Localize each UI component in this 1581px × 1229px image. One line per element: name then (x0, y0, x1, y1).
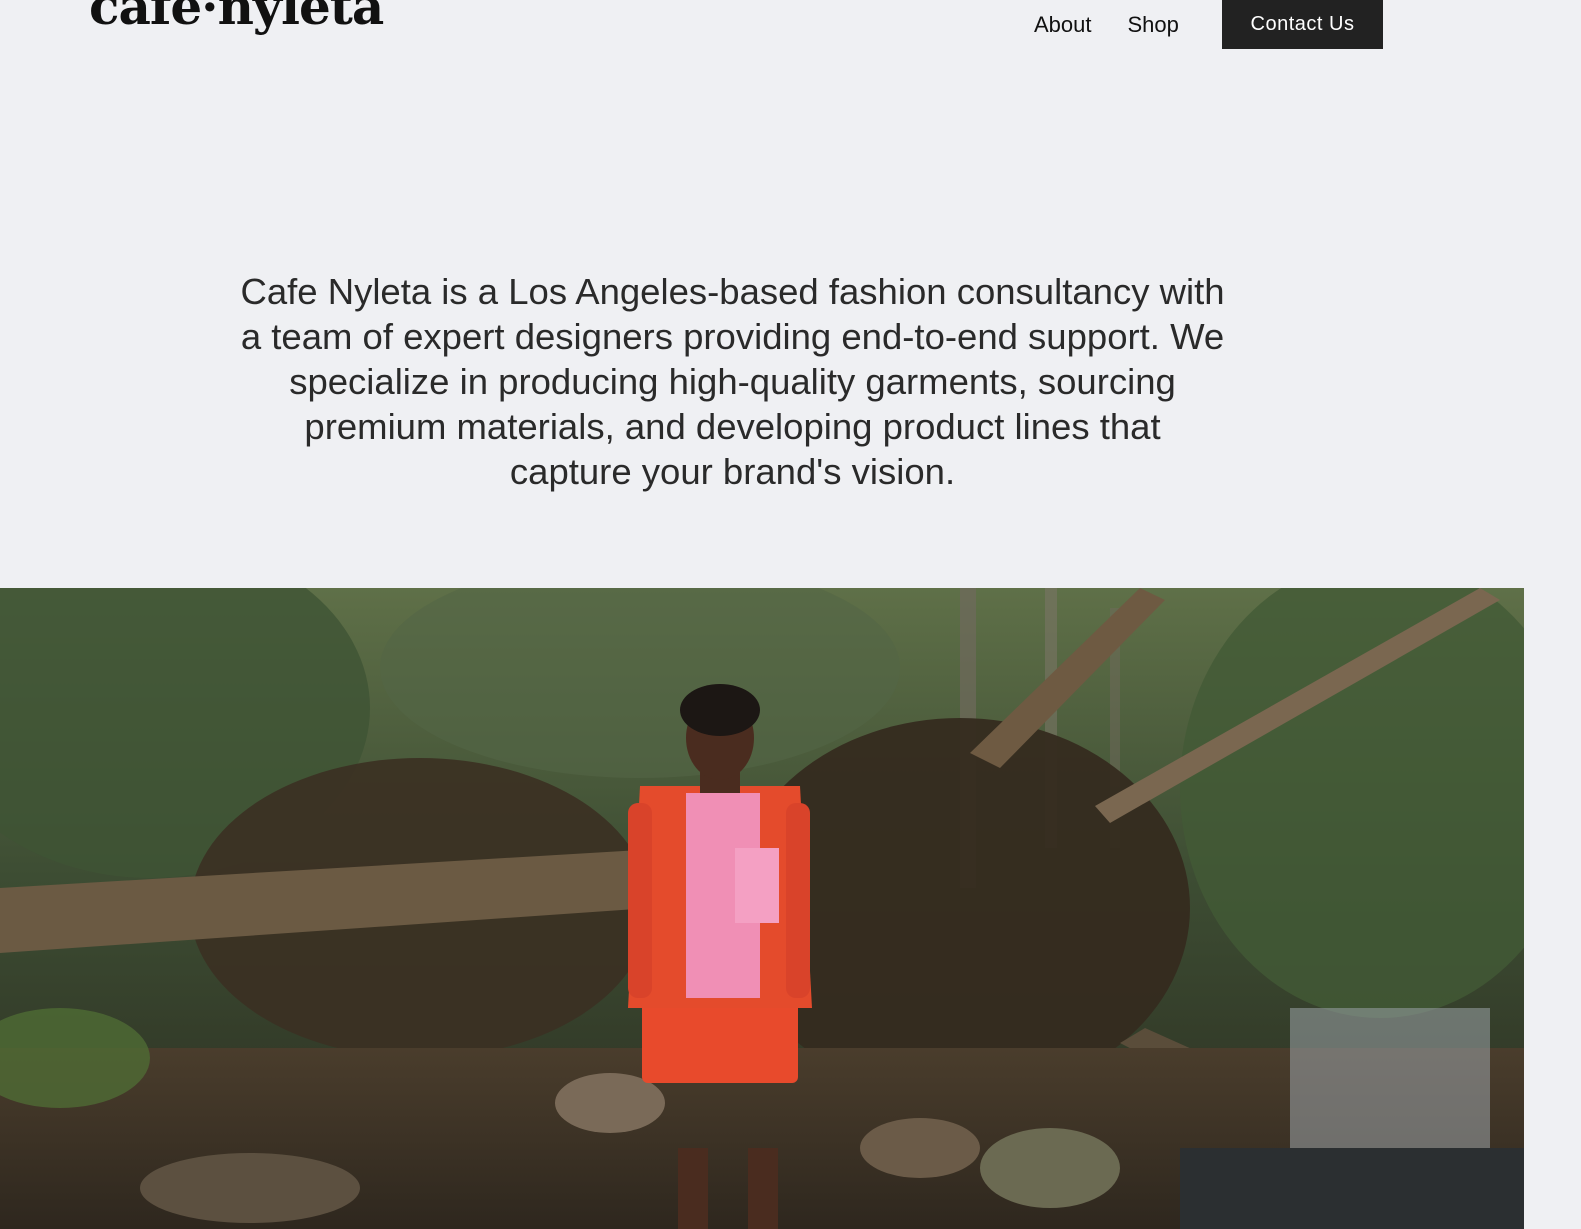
hero-illustration (0, 588, 1524, 1229)
nav-about-link[interactable]: About (1034, 12, 1092, 38)
contact-us-button[interactable]: Contact Us (1222, 0, 1383, 49)
intro-text: Cafe Nyleta is a Los Angeles-based fashi… (240, 270, 1225, 492)
main-nav: About Shop (1034, 0, 1215, 50)
page: cafe·nyleta About Shop Contact Us Cafe N… (0, 0, 1581, 1229)
nav-shop-link[interactable]: Shop (1128, 12, 1179, 38)
site-logo[interactable]: cafe·nyleta (89, 0, 384, 32)
hero-image (0, 588, 1524, 1229)
